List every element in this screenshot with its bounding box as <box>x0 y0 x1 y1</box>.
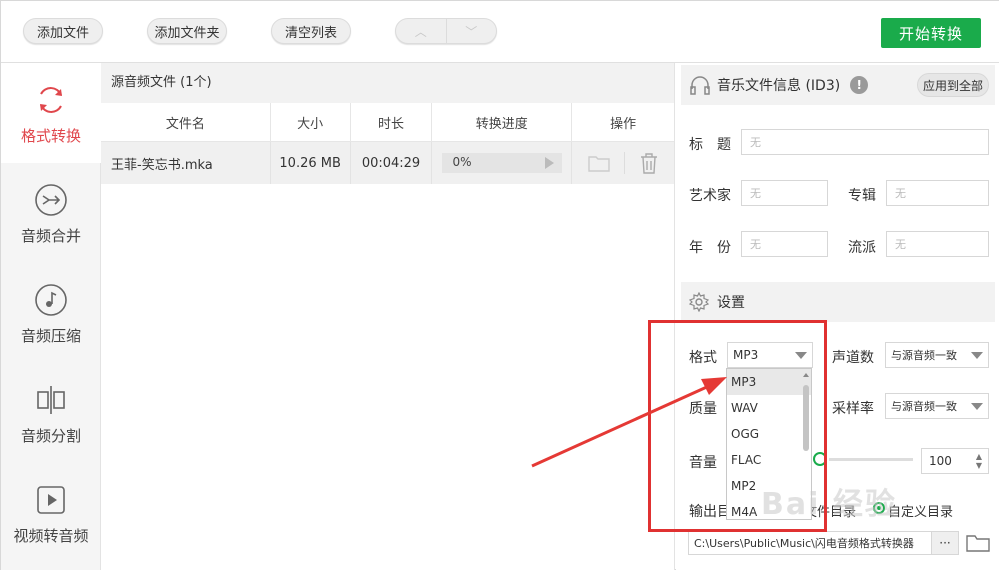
volume-value: 100 <box>929 454 952 468</box>
file-list-title: 源音频文件 (1个) <box>101 63 674 103</box>
toolbar: 添加文件 添加文件夹 清空列表 ︿ ﹀ 开始转换 <box>1 1 999 63</box>
album-label: 专辑 <box>848 188 876 204</box>
progress-bar: 0% <box>442 153 563 173</box>
trash-icon[interactable] <box>639 152 659 174</box>
warning-icon[interactable]: ! <box>850 76 869 94</box>
file-size: 10.26 MB <box>271 142 351 184</box>
radio-selected[interactable] <box>873 502 885 514</box>
add-file-button[interactable]: 添加文件 <box>23 18 103 44</box>
start-convert-button[interactable]: 开始转换 <box>881 18 981 48</box>
settings-section-header: 设置 <box>681 282 995 322</box>
move-buttons: ︿ ﹀ <box>395 18 497 44</box>
file-name: 王菲-笑忘书.mka <box>101 142 271 184</box>
stepper-arrows-icon[interactable]: ▲ ▼ <box>976 452 982 470</box>
samplerate-select[interactable]: 与源音频一致 <box>885 393 989 419</box>
add-folder-button[interactable]: 添加文件夹 <box>147 18 227 44</box>
folder-icon[interactable] <box>587 154 610 172</box>
file-list-panel: 源音频文件 (1个) 文件名 大小 时长 转换进度 操作 王菲-笑忘书.mka … <box>101 63 675 570</box>
music-note-icon <box>35 284 67 316</box>
genre-input[interactable]: 无 <box>886 231 989 257</box>
move-up-icon[interactable]: ︿ <box>396 19 447 43</box>
sidebar-item-label: 格式转换 <box>20 127 81 145</box>
id3-title: 音乐文件信息 (ID3) <box>717 78 841 94</box>
sidebar-item-label: 音频合并 <box>20 227 81 245</box>
year-input[interactable]: 无 <box>741 231 828 257</box>
chevron-down-icon <box>971 403 983 410</box>
column-header: 大小 <box>271 103 351 141</box>
output-custom-option[interactable]: 自定义目录 <box>888 501 953 520</box>
file-duration: 00:04:29 <box>351 142 433 184</box>
table-row[interactable]: 王菲-笑忘书.mka 10.26 MB 00:04:29 0% <box>101 142 674 184</box>
progress-cell: 0% <box>432 142 573 184</box>
artist-label: 艺术家 <box>689 188 731 204</box>
channels-select[interactable]: 与源音频一致 <box>885 342 989 368</box>
samplerate-label: 采样率 <box>832 401 874 417</box>
app-window: 添加文件 添加文件夹 清空列表 ︿ ﹀ 开始转换 格式转换 音频合并 音频压缩 … <box>0 0 999 570</box>
gear-icon <box>689 292 709 312</box>
sidebar-item-label: 音频压缩 <box>20 327 81 345</box>
headphones-icon <box>690 76 710 95</box>
column-header: 文件名 <box>101 103 271 141</box>
column-header: 操作 <box>610 116 637 132</box>
folder-icon[interactable] <box>965 533 991 553</box>
merge-icon <box>35 184 67 216</box>
settings-title: 设置 <box>717 295 745 311</box>
progress-value: 0% <box>452 155 472 169</box>
output-path-field[interactable]: C:\Users\Public\Music\闪电音频格式转换器 <box>688 531 958 555</box>
refresh-icon <box>40 87 62 113</box>
artist-input[interactable]: 无 <box>741 180 828 206</box>
table-header: 文件名 大小 时长 转换进度 操作 <box>101 103 674 142</box>
sidebar-item-video-to-audio[interactable]: 视频转音频 <box>1 463 101 563</box>
volume-stepper[interactable]: 100 ▲ ▼ <box>921 448 989 474</box>
title-input[interactable]: 无 <box>741 129 989 155</box>
channels-value: 与源音频一致 <box>891 349 957 362</box>
samplerate-value: 与源音频一致 <box>891 400 957 413</box>
move-down-icon[interactable]: ﹀ <box>447 19 497 43</box>
split-icon <box>37 386 65 414</box>
channels-label: 声道数 <box>832 350 874 366</box>
column-header: 时长 <box>351 103 433 141</box>
divider <box>623 152 625 174</box>
column-header: 转换进度 <box>432 103 573 141</box>
year-label: 年 份 <box>689 240 731 256</box>
annotation-box <box>648 320 827 532</box>
play-icon[interactable] <box>545 157 555 169</box>
play-icon <box>37 486 65 514</box>
sidebar: 格式转换 音频合并 音频压缩 音频分割 视频转音频 <box>1 63 101 570</box>
sidebar-item-audio-split[interactable]: 音频分割 <box>1 363 101 463</box>
id3-section-header: 音乐文件信息 (ID3) ! 应用到全部 <box>681 65 995 105</box>
chevron-down-icon <box>971 352 983 359</box>
title-label: 标 题 <box>689 137 731 153</box>
genre-label: 流派 <box>848 240 876 256</box>
volume-slider-track[interactable] <box>829 458 913 461</box>
sidebar-item-audio-merge[interactable]: 音频合并 <box>1 163 101 263</box>
sidebar-item-label: 音频分割 <box>20 427 81 445</box>
actions-cell <box>572 142 674 184</box>
sidebar-item-audio-compress[interactable]: 音频压缩 <box>1 263 101 363</box>
clear-list-button[interactable]: 清空列表 <box>271 18 351 44</box>
album-input[interactable]: 无 <box>886 180 989 206</box>
sidebar-item-format-convert[interactable]: 格式转换 <box>1 63 101 163</box>
sidebar-item-label: 视频转音频 <box>13 527 89 545</box>
browse-button[interactable]: ··· <box>931 531 959 555</box>
apply-all-button[interactable]: 应用到全部 <box>917 73 989 97</box>
